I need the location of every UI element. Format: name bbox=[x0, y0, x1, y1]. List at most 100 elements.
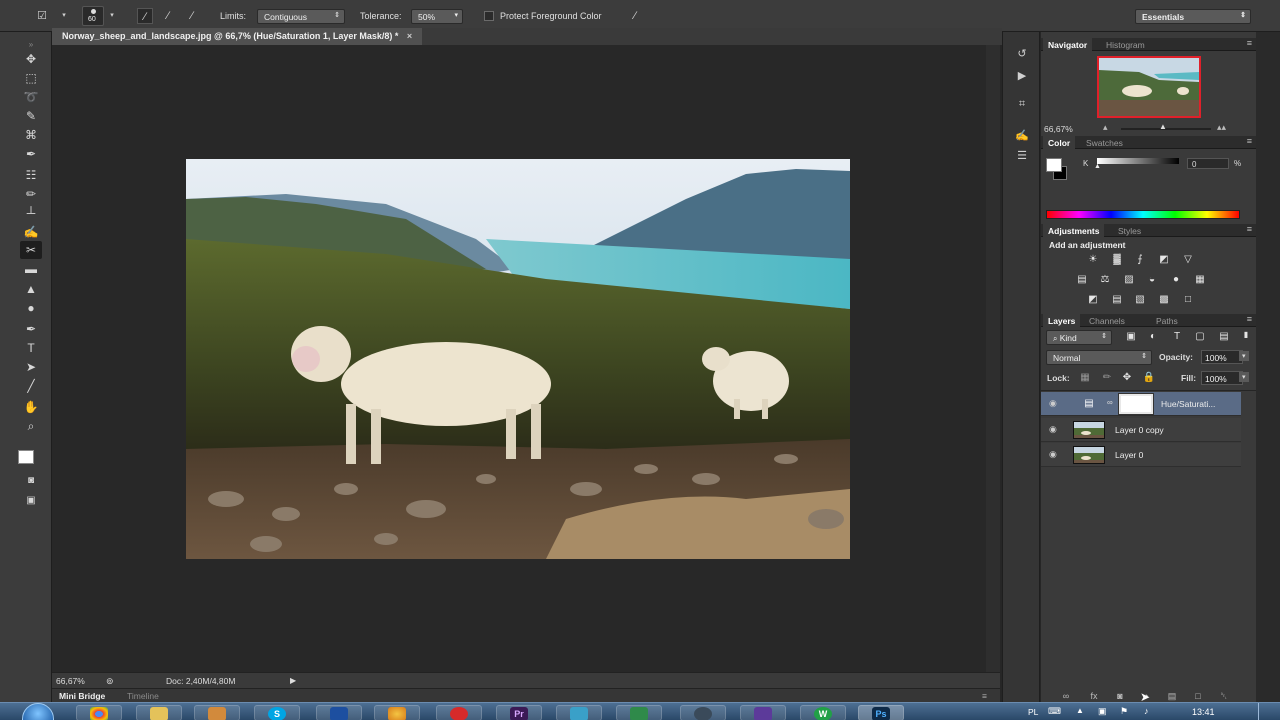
panel-menu-icon[interactable]: ≡ bbox=[1247, 38, 1252, 48]
history-brush-tool-icon[interactable]: ✍ bbox=[20, 223, 42, 241]
taskbar-steam[interactable] bbox=[680, 705, 726, 720]
layer-row[interactable]: ◉ ▤ ∞ Hue/Saturati... bbox=[1041, 392, 1241, 416]
new-layer-icon[interactable]: □ bbox=[1191, 691, 1205, 701]
blur-tool-icon[interactable]: ▲ bbox=[20, 280, 42, 298]
exposure-icon[interactable]: ◩ bbox=[1156, 254, 1172, 266]
taskbar-skype[interactable]: S bbox=[254, 705, 300, 720]
invert-icon[interactable]: ◩ bbox=[1085, 294, 1101, 306]
history-icon[interactable]: ↺ bbox=[1013, 46, 1031, 62]
eye-icon[interactable]: ◉ bbox=[1049, 398, 1057, 409]
tool-presets-icon[interactable]: ☰ bbox=[1013, 148, 1031, 164]
layer-comps-icon[interactable]: ⌗ bbox=[1013, 96, 1031, 112]
hue-saturation-icon[interactable]: ▤ bbox=[1074, 274, 1090, 286]
color-foreground-swatch[interactable] bbox=[1046, 158, 1062, 172]
export-icon[interactable]: ⊚ bbox=[106, 676, 114, 687]
eraser-tool-icon[interactable]: ✂ bbox=[20, 241, 42, 259]
dodge-tool-icon[interactable]: ● bbox=[20, 299, 42, 317]
healing-brush-tool-icon[interactable]: ☷ bbox=[20, 166, 42, 184]
filter-adjustment-icon[interactable]: ◐ bbox=[1145, 331, 1161, 343]
tab-color[interactable]: Color bbox=[1043, 136, 1076, 149]
taskbar-vs[interactable] bbox=[740, 705, 786, 720]
new-selection-mode-icon[interactable]: ∕ bbox=[137, 8, 153, 24]
k-value-field[interactable]: 0 bbox=[1187, 158, 1229, 169]
taskbar-wordpress[interactable]: W bbox=[800, 705, 846, 720]
status-zoom[interactable]: 66,67% bbox=[56, 676, 85, 686]
pen-tool-icon[interactable]: ✒ bbox=[20, 320, 42, 338]
clock[interactable]: 13:41 bbox=[1192, 707, 1215, 717]
panel-menu-icon[interactable]: ≡ bbox=[982, 691, 987, 701]
clone-stamp-tool-icon[interactable]: ┴ bbox=[20, 204, 42, 222]
eye-icon[interactable]: ◉ bbox=[1049, 424, 1057, 435]
crop-tool-icon[interactable]: ⌘ bbox=[20, 126, 42, 144]
selective-color-icon[interactable]: □ bbox=[1180, 294, 1196, 306]
flag-icon[interactable]: ⚑ bbox=[1120, 706, 1128, 717]
threshold-icon[interactable]: ▧ bbox=[1132, 294, 1148, 306]
screen-mode-icon[interactable]: ▣ bbox=[20, 492, 42, 510]
panel-menu-icon[interactable]: ≡ bbox=[1247, 314, 1252, 324]
quick-selection-tool-icon[interactable]: ✎ bbox=[20, 107, 42, 125]
vertical-scrollbar[interactable] bbox=[986, 45, 1000, 672]
show-desktop-button[interactable] bbox=[1258, 703, 1280, 720]
add-selection-mode-icon[interactable]: ∕ bbox=[160, 8, 176, 24]
link-layers-icon[interactable]: ∞ bbox=[1059, 691, 1073, 701]
play-arrow-icon[interactable]: ▶ bbox=[290, 676, 296, 685]
new-group-icon[interactable]: ▤ bbox=[1165, 691, 1179, 701]
chevron-down-icon[interactable]: ▾ bbox=[56, 8, 72, 24]
brush-size-picker[interactable]: 60 bbox=[82, 6, 104, 26]
pressure-size-icon[interactable]: ∕ bbox=[627, 8, 643, 24]
taskbar-chrome[interactable] bbox=[76, 705, 122, 720]
channel-mixer-icon[interactable]: ● bbox=[1168, 274, 1184, 286]
eye-icon[interactable]: ◉ bbox=[1049, 449, 1057, 460]
navigator-zoom[interactable]: 66,67% bbox=[1044, 124, 1073, 134]
opacity-field[interactable]: 100% bbox=[1201, 350, 1243, 364]
protect-foreground-checkbox[interactable] bbox=[484, 11, 494, 21]
tab-channels[interactable]: Channels bbox=[1084, 314, 1130, 327]
zoom-in-icon[interactable]: ▴▴ bbox=[1217, 122, 1226, 133]
layer-row[interactable]: ◉ Layer 0 bbox=[1041, 443, 1241, 467]
quick-mask-icon[interactable]: ◙ bbox=[20, 472, 42, 490]
taskbar-dictionary[interactable] bbox=[316, 705, 362, 720]
color-spectrum-ramp[interactable] bbox=[1046, 210, 1240, 219]
tab-navigator[interactable]: Navigator bbox=[1043, 38, 1093, 51]
line-tool-icon[interactable]: ╱ bbox=[20, 377, 42, 395]
move-tool-icon[interactable]: ✥ bbox=[20, 50, 42, 68]
hand-tool-icon[interactable]: ✋ bbox=[20, 398, 42, 416]
navigator-preview[interactable] bbox=[1097, 56, 1201, 118]
posterize-icon[interactable]: ▤ bbox=[1109, 294, 1125, 306]
taskbar-excel[interactable] bbox=[616, 705, 662, 720]
levels-icon[interactable]: ▓ bbox=[1109, 254, 1125, 266]
taskbar-app[interactable] bbox=[556, 705, 602, 720]
brush-presets-icon[interactable]: ✍ bbox=[1013, 128, 1031, 144]
tolerance-field[interactable]: 50% ▾ bbox=[411, 9, 463, 24]
start-button[interactable] bbox=[22, 703, 54, 720]
document-image[interactable] bbox=[186, 159, 850, 559]
panel-menu-icon[interactable]: ≡ bbox=[1247, 136, 1252, 146]
chevron-down-icon[interactable]: ▾ bbox=[1239, 372, 1249, 382]
keyboard-icon[interactable]: ⌨ bbox=[1048, 706, 1061, 717]
gradient-tool-icon[interactable]: ▬ bbox=[20, 260, 42, 278]
tab-timeline[interactable]: Timeline bbox=[127, 691, 159, 701]
k-slider-track[interactable] bbox=[1097, 158, 1179, 164]
color-lookup-icon[interactable]: ▦ bbox=[1192, 274, 1208, 286]
subtract-selection-mode-icon[interactable]: ∕ bbox=[184, 8, 200, 24]
tray-expand-icon[interactable]: ▲ bbox=[1076, 706, 1084, 715]
taskbar-photoshop[interactable]: Ps bbox=[858, 705, 904, 720]
color-balance-icon[interactable]: ⚖ bbox=[1097, 274, 1113, 286]
zoom-tool-icon[interactable]: ⌕ bbox=[20, 417, 42, 435]
workspace-switcher[interactable]: Essentials ⇕ bbox=[1135, 9, 1251, 24]
filter-toggle-icon[interactable]: ▮ bbox=[1238, 329, 1254, 341]
zoom-slider-handle[interactable]: ▲ bbox=[1159, 122, 1167, 131]
language-indicator[interactable]: PL bbox=[1028, 707, 1038, 717]
layer-style-icon[interactable]: fx bbox=[1087, 691, 1101, 701]
tab-swatches[interactable]: Swatches bbox=[1081, 136, 1128, 149]
filter-smart-object-icon[interactable]: ▤ bbox=[1216, 331, 1232, 343]
eyedropper-tool-icon[interactable]: ✒ bbox=[20, 145, 42, 163]
lock-all-icon[interactable]: 🔒 bbox=[1141, 372, 1157, 384]
actions-play-icon[interactable]: ▶ bbox=[1013, 68, 1031, 84]
layer-mask-thumbnail[interactable] bbox=[1118, 393, 1154, 415]
lock-pixels-icon[interactable]: ✏ bbox=[1099, 372, 1115, 384]
link-chain-icon[interactable]: ∞ bbox=[1107, 398, 1113, 407]
blend-mode-dropdown[interactable]: Normal ⇕ bbox=[1046, 350, 1152, 365]
photo-filter-icon[interactable]: ◒ bbox=[1144, 274, 1160, 286]
brightness-contrast-icon[interactable]: ☀ bbox=[1085, 254, 1101, 266]
